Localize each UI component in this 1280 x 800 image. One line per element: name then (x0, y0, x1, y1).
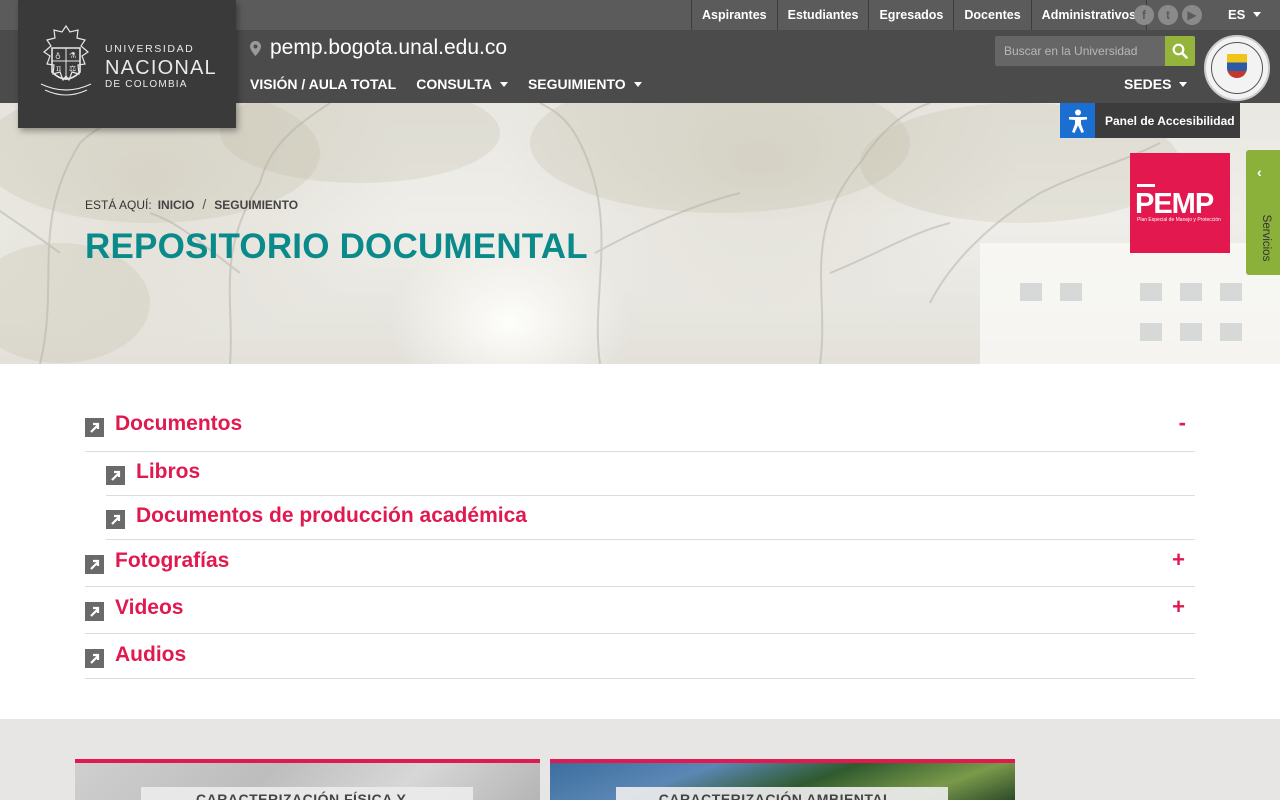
accordion-label-videos: Videos (115, 596, 184, 619)
university-line-1: UNIVERSIDAD (105, 43, 195, 55)
accordion-subitem-libros[interactable]: Libros (106, 452, 1195, 496)
facebook-icon[interactable]: f (1134, 5, 1154, 25)
sedes-label: SEDES (1124, 76, 1172, 92)
arrow-link-icon (85, 555, 104, 574)
servicios-label: Servicios (1260, 214, 1272, 262)
link-estudiantes[interactable]: Estudiantes (776, 0, 869, 30)
accordion-label-audios: Audios (115, 643, 187, 666)
featured-card-caption: CARACTERIZACIÓN AMBIENTAL... (616, 787, 948, 800)
accordion-label-produccion-academica: Documentos de producción académica (136, 504, 527, 527)
accordion-label-fotografias: Fotografías (115, 549, 230, 572)
accordion-item-documentos[interactable]: Documentos - (85, 400, 1195, 452)
featured-card-physical[interactable]: CARACTERIZACIÓN FÍSICA Y... (75, 759, 540, 800)
chevron-down-icon (633, 81, 642, 87)
university-line-3: DE COLOMBIA (105, 78, 188, 90)
arrow-link-icon (85, 418, 104, 437)
page-title: REPOSITORIO DOCUMENTAL (85, 227, 588, 266)
nav-vision-aula-total[interactable]: VISIÓN / AULA TOTAL (250, 76, 396, 92)
pemp-logo-bar (1137, 184, 1155, 187)
accordion-item-audios[interactable]: Audios (85, 634, 1195, 679)
link-administrativos[interactable]: Administrativos (1030, 0, 1148, 30)
accessibility-panel-button[interactable]: Panel de Accesibilidad (1060, 103, 1240, 138)
breadcrumb-separator: / (202, 196, 207, 212)
chevron-down-icon (1253, 12, 1262, 18)
expand-toggle[interactable]: + (1172, 594, 1185, 620)
featured-section: CARACTERIZACIÓN FÍSICA Y... CARACTERIZAC… (0, 719, 1280, 800)
language-label: ES (1228, 7, 1246, 22)
site-url[interactable]: pemp.bogota.unal.edu.co (250, 36, 507, 60)
site-url-text: pemp.bogota.unal.edu.co (270, 36, 508, 59)
svg-text:π: π (56, 64, 61, 73)
nav-seguimiento[interactable]: SEGUIMIENTO (528, 76, 642, 92)
arrow-link-icon (85, 602, 104, 621)
accordion-label-libros: Libros (136, 460, 201, 483)
svg-text:♁: ♁ (55, 51, 61, 60)
arrow-link-icon (106, 466, 125, 485)
svg-text:⚗: ⚗ (69, 51, 76, 60)
search-input[interactable] (995, 36, 1165, 66)
accordion-item-fotografias[interactable]: Fotografías + (85, 540, 1195, 587)
chevron-left-icon: ‹ (1257, 164, 1262, 180)
audience-links: Aspirantes Estudiantes Egresados Docente… (691, 0, 1148, 30)
university-name: UNIVERSIDAD NACIONAL DE COLOMBIA (105, 44, 217, 90)
link-egresados[interactable]: Egresados (868, 0, 953, 30)
location-pin-icon (250, 40, 261, 56)
search-button[interactable] (1165, 36, 1195, 66)
university-logo[interactable]: ♁ ⚗ π ⚖ UNIVERSIDAD NACIONAL DE COLOMBIA (18, 0, 236, 128)
hero-banner: ESTÁ AQUÍ: INICIO / SEGUIMIENTO REPOSITO… (0, 103, 1280, 364)
breadcrumb: ESTÁ AQUÍ: INICIO / SEGUIMIENTO (85, 196, 298, 212)
breadcrumb-inicio[interactable]: INICIO (158, 198, 195, 212)
social-links: f t ▶ (1134, 5, 1202, 25)
svg-text:⚖: ⚖ (69, 64, 76, 73)
nav-consulta[interactable]: CONSULTA (416, 76, 508, 92)
breadcrumb-seguimiento[interactable]: SEGUIMIENTO (214, 198, 298, 212)
breadcrumb-prefix: ESTÁ AQUÍ: (85, 198, 152, 212)
coat-of-arms-icon: ♁ ⚗ π ⚖ (40, 24, 92, 96)
accessibility-icon (1060, 103, 1095, 138)
nav-consulta-label: CONSULTA (416, 76, 492, 92)
chevron-down-icon (1179, 81, 1188, 87)
nav-seguimiento-label: SEGUIMIENTO (527, 76, 626, 92)
language-selector[interactable]: ES (1228, 7, 1262, 22)
accordion-label-documentos: Documentos (115, 412, 243, 435)
republica-de-colombia-seal[interactable] (1204, 35, 1270, 101)
link-docentes[interactable]: Docentes (953, 0, 1030, 30)
search-icon (1172, 43, 1188, 59)
arrow-link-icon (106, 510, 125, 529)
sedes-menu[interactable]: SEDES (1124, 76, 1188, 92)
twitter-icon[interactable]: t (1158, 5, 1178, 25)
chevron-down-icon (499, 81, 508, 87)
accordion-item-videos[interactable]: Videos + (85, 587, 1195, 634)
accordion-subitem-produccion-academica[interactable]: Documentos de producción académica (106, 496, 1195, 540)
youtube-icon[interactable]: ▶ (1182, 5, 1202, 25)
collapse-toggle[interactable]: - (1179, 410, 1186, 436)
main-nav: VISIÓN / AULA TOTAL CONSULTA SEGUIMIENTO (250, 76, 642, 92)
university-line-2: NACIONAL (105, 56, 217, 79)
colombia-shield-icon (1227, 54, 1247, 78)
servicios-tab[interactable]: ‹ Servicios (1246, 150, 1280, 275)
link-aspirantes[interactable]: Aspirantes (691, 0, 777, 30)
pemp-logo[interactable]: PEMP Plan Especial de Manejo y Protecció… (1130, 153, 1230, 253)
expand-toggle[interactable]: + (1172, 547, 1185, 573)
featured-card-caption: CARACTERIZACIÓN FÍSICA Y... (141, 787, 473, 800)
accessibility-label: Panel de Accesibilidad (1105, 113, 1235, 128)
arrow-link-icon (85, 649, 104, 668)
pemp-logo-subtitle: Plan Especial de Manejo y Protección (1137, 217, 1221, 223)
featured-card-environmental[interactable]: CARACTERIZACIÓN AMBIENTAL... (550, 759, 1015, 800)
document-repository-accordion: Documentos - Libros Documentos de produc… (85, 400, 1195, 679)
